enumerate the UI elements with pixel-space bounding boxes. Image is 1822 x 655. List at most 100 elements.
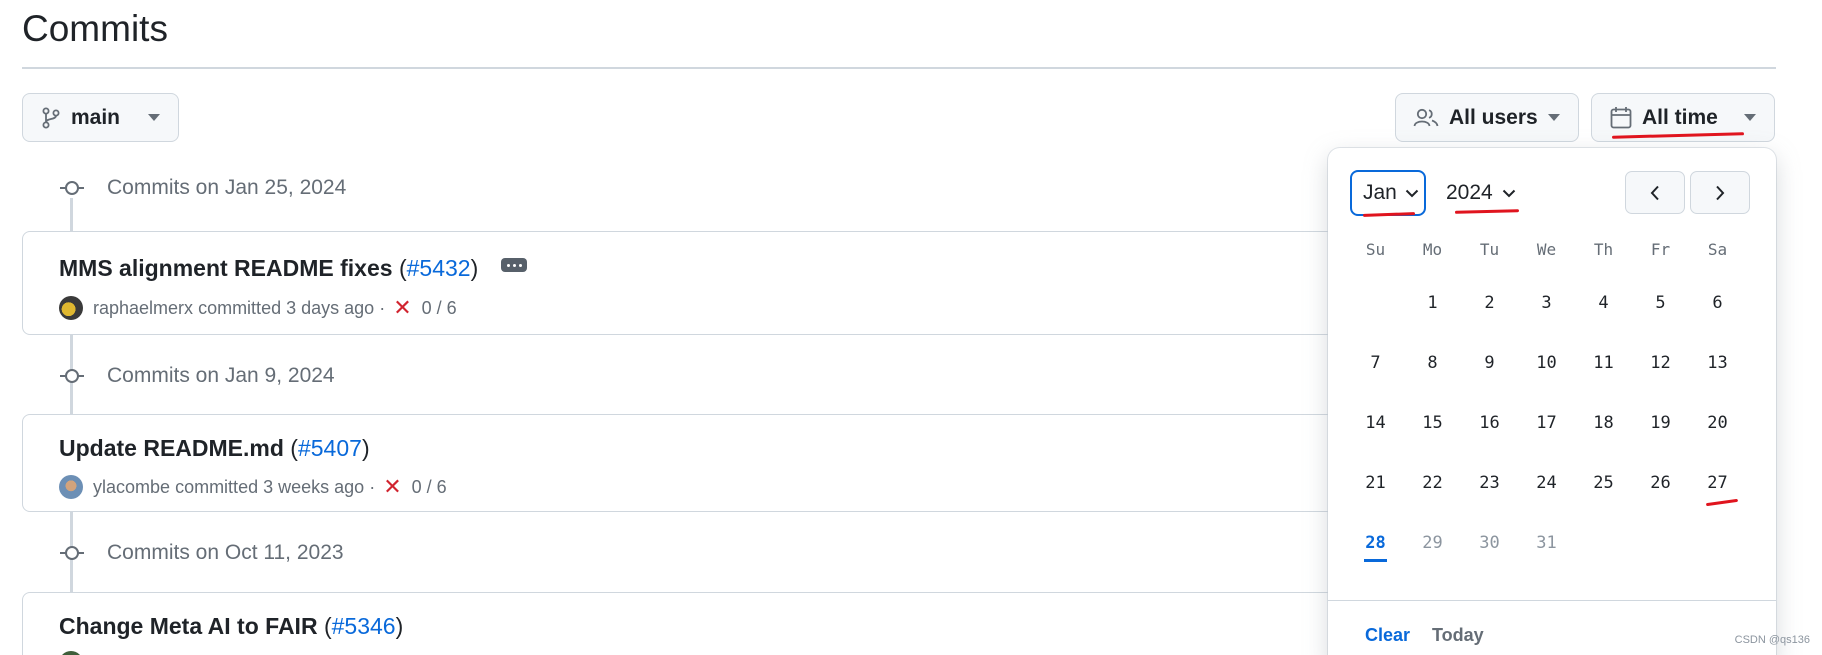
commit-message-link[interactable]: Update README.md xyxy=(59,435,284,461)
x-icon[interactable]: ✕ xyxy=(393,295,411,321)
commit-group-date: Commits on Jan 9, 2024 xyxy=(107,364,335,387)
commit-message-link[interactable]: Change Meta AI to FAIR xyxy=(59,613,318,639)
previous-month-button[interactable] xyxy=(1625,171,1685,214)
month-value: Jan xyxy=(1363,181,1397,204)
commit-group-date: Commits on Jan 25, 2024 xyxy=(107,176,347,199)
commit-group-header: Commits on Jan 9, 2024 xyxy=(60,364,335,388)
pull-request-link[interactable]: #5432 xyxy=(407,255,471,281)
calendar-day[interactable]: 3 xyxy=(1518,293,1575,313)
git-commit-icon xyxy=(60,541,84,565)
caret-down-icon xyxy=(1548,113,1560,121)
picker-divider xyxy=(1328,600,1776,601)
avatar[interactable] xyxy=(59,651,83,655)
commit-message-link[interactable]: MMS alignment README fixes xyxy=(59,255,393,281)
weekday-label: Tu xyxy=(1479,240,1500,259)
calendar-day[interactable]: 16 xyxy=(1461,413,1518,433)
clear-button[interactable]: Clear xyxy=(1365,625,1410,646)
commit-title-line: MMS alignment README fixes (#5432) xyxy=(59,255,527,282)
weekday-label: Mo xyxy=(1422,240,1443,259)
calendar-day[interactable]: 4 xyxy=(1575,293,1632,313)
people-icon xyxy=(1413,108,1439,126)
weekday-label: Sa xyxy=(1707,240,1728,259)
calendar-day[interactable]: 27 xyxy=(1689,473,1746,493)
weekday-label: Su xyxy=(1365,240,1386,259)
today-button[interactable]: Today xyxy=(1432,625,1484,646)
pull-request-link[interactable]: #5346 xyxy=(332,613,396,639)
calendar-day[interactable]: 2 xyxy=(1461,293,1518,313)
commit-meta xyxy=(59,651,93,655)
calendar-day[interactable]: 8 xyxy=(1404,353,1461,373)
commit-time: 3 weeks ago xyxy=(263,476,365,497)
next-month-button[interactable] xyxy=(1690,171,1750,214)
chevron-down-icon xyxy=(1502,189,1515,197)
title-divider xyxy=(22,67,1776,69)
calendar-day[interactable]: 20 xyxy=(1689,413,1746,433)
watermark-text: CSDN @qs136 xyxy=(1734,634,1810,646)
calendar-day[interactable]: 19 xyxy=(1632,413,1689,433)
calendar-day[interactable]: 26 xyxy=(1632,473,1689,493)
commit-title-line: Update README.md (#5407) xyxy=(59,435,370,461)
calendar-day: 29 xyxy=(1422,533,1443,553)
git-commit-icon xyxy=(60,176,84,200)
calendar-day[interactable]: 7 xyxy=(1347,353,1404,373)
checks-status[interactable]: 0 / 6 xyxy=(412,477,447,498)
time-label: All time xyxy=(1642,105,1718,129)
calendar-day[interactable]: 11 xyxy=(1575,353,1632,373)
commit-author-link[interactable]: ylacombe xyxy=(93,477,170,498)
calendar-day[interactable]: 9 xyxy=(1461,353,1518,373)
page-title: Commits xyxy=(22,8,168,49)
calendar-day: 30 xyxy=(1479,533,1500,553)
expand-message-button[interactable] xyxy=(500,257,527,272)
weekday-label: Fr xyxy=(1650,240,1671,259)
chevron-left-icon xyxy=(1650,185,1659,200)
commit-group-header: Commits on Jan 25, 2024 xyxy=(60,176,346,200)
calendar-day[interactable]: 13 xyxy=(1689,353,1746,373)
commit-meta: ylacombe committed 3 weeks ago · ✕ 0 / 6 xyxy=(59,474,447,500)
commit-meta: raphaelmerx committed 3 days ago · ✕ 0 /… xyxy=(59,295,457,321)
caret-down-icon xyxy=(1744,113,1756,121)
calendar-day[interactable]: 6 xyxy=(1689,293,1746,313)
timeline-line xyxy=(70,198,73,232)
calendar-day[interactable]: 17 xyxy=(1518,413,1575,433)
weekday-label: Th xyxy=(1593,240,1614,259)
commit-time: 3 days ago xyxy=(286,297,375,318)
calendar-day[interactable]: 23 xyxy=(1461,473,1518,493)
calendar-day[interactable]: 18 xyxy=(1575,413,1632,433)
branch-selector-button[interactable]: main xyxy=(22,93,179,142)
calendar-day[interactable]: 25 xyxy=(1575,473,1632,493)
calendar-day[interactable]: 14 xyxy=(1347,413,1404,433)
commit-action: committed xyxy=(175,476,259,497)
git-branch-icon xyxy=(42,107,60,128)
x-icon[interactable]: ✕ xyxy=(383,474,401,500)
pull-request-link[interactable]: #5407 xyxy=(298,435,362,461)
calendar-day[interactable]: 28 xyxy=(1347,533,1404,562)
calendar-day[interactable]: 21 xyxy=(1347,473,1404,493)
calendar-day[interactable]: 1 xyxy=(1404,293,1461,313)
commit-title-line: Change Meta AI to FAIR (#5346) xyxy=(59,613,404,639)
commit-group-date: Commits on Oct 11, 2023 xyxy=(107,541,344,564)
checks-status[interactable]: 0 / 6 xyxy=(422,298,457,319)
calendar-icon xyxy=(1610,106,1632,128)
commit-author-link[interactable]: raphaelmerx xyxy=(93,298,193,319)
weekday-label: We xyxy=(1536,240,1557,259)
avatar[interactable] xyxy=(59,296,83,320)
calendar-day[interactable]: 22 xyxy=(1404,473,1461,493)
calendar-day[interactable]: 15 xyxy=(1404,413,1461,433)
commit-action: committed xyxy=(198,297,282,318)
users-label: All users xyxy=(1449,105,1538,129)
calendar-day[interactable]: 5 xyxy=(1632,293,1689,313)
date-picker-popover: Jan 2024 Su Mo Tu We Th Fr Sa 1 2 3 4 5 6 7 8 9 10 11 12 1… xyxy=(1328,148,1776,655)
calendar-day[interactable]: 24 xyxy=(1518,473,1575,493)
caret-down-icon xyxy=(148,113,160,121)
chevron-down-icon xyxy=(1405,189,1419,197)
chevron-right-icon xyxy=(1716,185,1725,200)
avatar[interactable] xyxy=(59,475,83,499)
branch-label: main xyxy=(71,105,121,129)
calendar-day[interactable]: 10 xyxy=(1518,353,1575,373)
year-value: 2024 xyxy=(1446,181,1493,204)
calendar-day[interactable]: 12 xyxy=(1632,353,1689,373)
calendar-day: 31 xyxy=(1536,533,1557,553)
month-select[interactable]: Jan xyxy=(1350,170,1426,216)
commit-group-header: Commits on Oct 11, 2023 xyxy=(60,541,344,565)
users-filter-button[interactable]: All users xyxy=(1395,93,1579,142)
